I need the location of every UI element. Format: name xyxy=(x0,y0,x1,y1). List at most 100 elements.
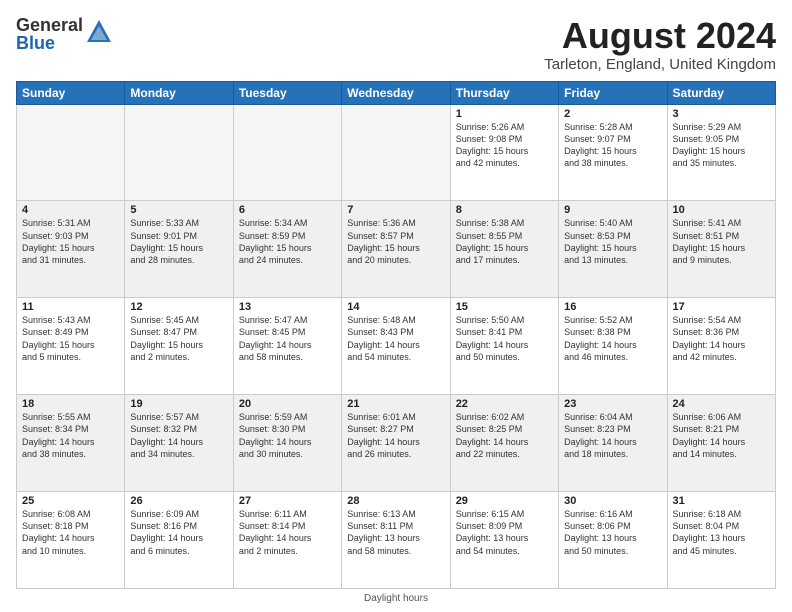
day-number: 12 xyxy=(130,301,227,313)
day-info: Sunrise: 5:29 AM Sunset: 9:05 PM Dayligh… xyxy=(673,121,770,170)
day-info: Sunrise: 6:08 AM Sunset: 8:18 PM Dayligh… xyxy=(22,508,119,557)
calendar-cell xyxy=(342,104,450,201)
day-number: 5 xyxy=(130,204,227,216)
day-number: 16 xyxy=(564,301,661,313)
calendar-cell: 14Sunrise: 5:48 AM Sunset: 8:43 PM Dayli… xyxy=(342,298,450,395)
day-info: Sunrise: 5:47 AM Sunset: 8:45 PM Dayligh… xyxy=(239,314,336,363)
calendar-cell: 25Sunrise: 6:08 AM Sunset: 8:18 PM Dayli… xyxy=(17,492,125,589)
day-number: 8 xyxy=(456,204,553,216)
day-number: 25 xyxy=(22,495,119,507)
calendar-cell: 19Sunrise: 5:57 AM Sunset: 8:32 PM Dayli… xyxy=(125,395,233,492)
calendar-cell: 6Sunrise: 5:34 AM Sunset: 8:59 PM Daylig… xyxy=(233,201,341,298)
day-info: Sunrise: 6:15 AM Sunset: 8:09 PM Dayligh… xyxy=(456,508,553,557)
logo-icon xyxy=(85,18,113,46)
day-number: 15 xyxy=(456,301,553,313)
page: General Blue August 2024 Tarleton, Engla… xyxy=(0,0,792,612)
calendar-cell xyxy=(233,104,341,201)
day-number: 28 xyxy=(347,495,444,507)
footer: Daylight hours xyxy=(16,593,776,604)
calendar-cell: 18Sunrise: 5:55 AM Sunset: 8:34 PM Dayli… xyxy=(17,395,125,492)
calendar-cell: 22Sunrise: 6:02 AM Sunset: 8:25 PM Dayli… xyxy=(450,395,558,492)
calendar-cell: 23Sunrise: 6:04 AM Sunset: 8:23 PM Dayli… xyxy=(559,395,667,492)
day-number: 27 xyxy=(239,495,336,507)
calendar-week-row: 1Sunrise: 5:26 AM Sunset: 9:08 PM Daylig… xyxy=(17,104,776,201)
day-info: Sunrise: 5:38 AM Sunset: 8:55 PM Dayligh… xyxy=(456,217,553,266)
calendar-cell: 10Sunrise: 5:41 AM Sunset: 8:51 PM Dayli… xyxy=(667,201,775,298)
logo-text: General Blue xyxy=(16,16,83,52)
day-number: 13 xyxy=(239,301,336,313)
day-info: Sunrise: 5:50 AM Sunset: 8:41 PM Dayligh… xyxy=(456,314,553,363)
logo-blue: Blue xyxy=(16,34,83,52)
header: General Blue August 2024 Tarleton, Engla… xyxy=(16,16,776,73)
title-block: August 2024 Tarleton, England, United Ki… xyxy=(544,16,776,73)
calendar-cell xyxy=(125,104,233,201)
day-info: Sunrise: 5:59 AM Sunset: 8:30 PM Dayligh… xyxy=(239,411,336,460)
day-number: 14 xyxy=(347,301,444,313)
calendar-cell: 1Sunrise: 5:26 AM Sunset: 9:08 PM Daylig… xyxy=(450,104,558,201)
calendar-header-row: SundayMondayTuesdayWednesdayThursdayFrid… xyxy=(17,81,776,104)
day-number: 26 xyxy=(130,495,227,507)
calendar-cell: 27Sunrise: 6:11 AM Sunset: 8:14 PM Dayli… xyxy=(233,492,341,589)
day-number: 20 xyxy=(239,398,336,410)
day-number: 29 xyxy=(456,495,553,507)
day-number: 3 xyxy=(673,108,770,120)
day-info: Sunrise: 5:57 AM Sunset: 8:32 PM Dayligh… xyxy=(130,411,227,460)
day-number: 7 xyxy=(347,204,444,216)
day-info: Sunrise: 5:34 AM Sunset: 8:59 PM Dayligh… xyxy=(239,217,336,266)
calendar-cell: 11Sunrise: 5:43 AM Sunset: 8:49 PM Dayli… xyxy=(17,298,125,395)
day-info: Sunrise: 5:36 AM Sunset: 8:57 PM Dayligh… xyxy=(347,217,444,266)
calendar-cell: 30Sunrise: 6:16 AM Sunset: 8:06 PM Dayli… xyxy=(559,492,667,589)
calendar-week-row: 11Sunrise: 5:43 AM Sunset: 8:49 PM Dayli… xyxy=(17,298,776,395)
day-info: Sunrise: 6:18 AM Sunset: 8:04 PM Dayligh… xyxy=(673,508,770,557)
day-info: Sunrise: 5:43 AM Sunset: 8:49 PM Dayligh… xyxy=(22,314,119,363)
footer-text: Daylight hours xyxy=(364,593,428,604)
calendar-cell xyxy=(17,104,125,201)
calendar-week-row: 25Sunrise: 6:08 AM Sunset: 8:18 PM Dayli… xyxy=(17,492,776,589)
day-info: Sunrise: 6:02 AM Sunset: 8:25 PM Dayligh… xyxy=(456,411,553,460)
day-info: Sunrise: 6:09 AM Sunset: 8:16 PM Dayligh… xyxy=(130,508,227,557)
day-info: Sunrise: 6:01 AM Sunset: 8:27 PM Dayligh… xyxy=(347,411,444,460)
calendar-week-row: 4Sunrise: 5:31 AM Sunset: 9:03 PM Daylig… xyxy=(17,201,776,298)
day-number: 18 xyxy=(22,398,119,410)
day-number: 22 xyxy=(456,398,553,410)
day-info: Sunrise: 5:33 AM Sunset: 9:01 PM Dayligh… xyxy=(130,217,227,266)
calendar-cell: 9Sunrise: 5:40 AM Sunset: 8:53 PM Daylig… xyxy=(559,201,667,298)
calendar-cell: 4Sunrise: 5:31 AM Sunset: 9:03 PM Daylig… xyxy=(17,201,125,298)
calendar-week-row: 18Sunrise: 5:55 AM Sunset: 8:34 PM Dayli… xyxy=(17,395,776,492)
calendar-cell: 15Sunrise: 5:50 AM Sunset: 8:41 PM Dayli… xyxy=(450,298,558,395)
day-info: Sunrise: 6:11 AM Sunset: 8:14 PM Dayligh… xyxy=(239,508,336,557)
calendar-header-friday: Friday xyxy=(559,81,667,104)
calendar-cell: 3Sunrise: 5:29 AM Sunset: 9:05 PM Daylig… xyxy=(667,104,775,201)
calendar-header-sunday: Sunday xyxy=(17,81,125,104)
calendar-cell: 20Sunrise: 5:59 AM Sunset: 8:30 PM Dayli… xyxy=(233,395,341,492)
day-info: Sunrise: 6:16 AM Sunset: 8:06 PM Dayligh… xyxy=(564,508,661,557)
calendar-cell: 24Sunrise: 6:06 AM Sunset: 8:21 PM Dayli… xyxy=(667,395,775,492)
day-number: 31 xyxy=(673,495,770,507)
day-number: 19 xyxy=(130,398,227,410)
day-number: 9 xyxy=(564,204,661,216)
day-number: 4 xyxy=(22,204,119,216)
calendar-cell: 29Sunrise: 6:15 AM Sunset: 8:09 PM Dayli… xyxy=(450,492,558,589)
calendar-header-thursday: Thursday xyxy=(450,81,558,104)
day-number: 2 xyxy=(564,108,661,120)
logo-general: General xyxy=(16,16,83,34)
calendar-header-tuesday: Tuesday xyxy=(233,81,341,104)
day-number: 11 xyxy=(22,301,119,313)
calendar-header-monday: Monday xyxy=(125,81,233,104)
day-info: Sunrise: 5:28 AM Sunset: 9:07 PM Dayligh… xyxy=(564,121,661,170)
day-info: Sunrise: 5:55 AM Sunset: 8:34 PM Dayligh… xyxy=(22,411,119,460)
day-number: 21 xyxy=(347,398,444,410)
day-number: 6 xyxy=(239,204,336,216)
location: Tarleton, England, United Kingdom xyxy=(544,56,776,73)
calendar-cell: 21Sunrise: 6:01 AM Sunset: 8:27 PM Dayli… xyxy=(342,395,450,492)
calendar-header-wednesday: Wednesday xyxy=(342,81,450,104)
day-info: Sunrise: 6:06 AM Sunset: 8:21 PM Dayligh… xyxy=(673,411,770,460)
day-info: Sunrise: 5:48 AM Sunset: 8:43 PM Dayligh… xyxy=(347,314,444,363)
logo: General Blue xyxy=(16,16,113,52)
calendar-cell: 2Sunrise: 5:28 AM Sunset: 9:07 PM Daylig… xyxy=(559,104,667,201)
day-info: Sunrise: 6:13 AM Sunset: 8:11 PM Dayligh… xyxy=(347,508,444,557)
calendar-cell: 28Sunrise: 6:13 AM Sunset: 8:11 PM Dayli… xyxy=(342,492,450,589)
day-info: Sunrise: 5:41 AM Sunset: 8:51 PM Dayligh… xyxy=(673,217,770,266)
day-number: 30 xyxy=(564,495,661,507)
calendar-cell: 8Sunrise: 5:38 AM Sunset: 8:55 PM Daylig… xyxy=(450,201,558,298)
